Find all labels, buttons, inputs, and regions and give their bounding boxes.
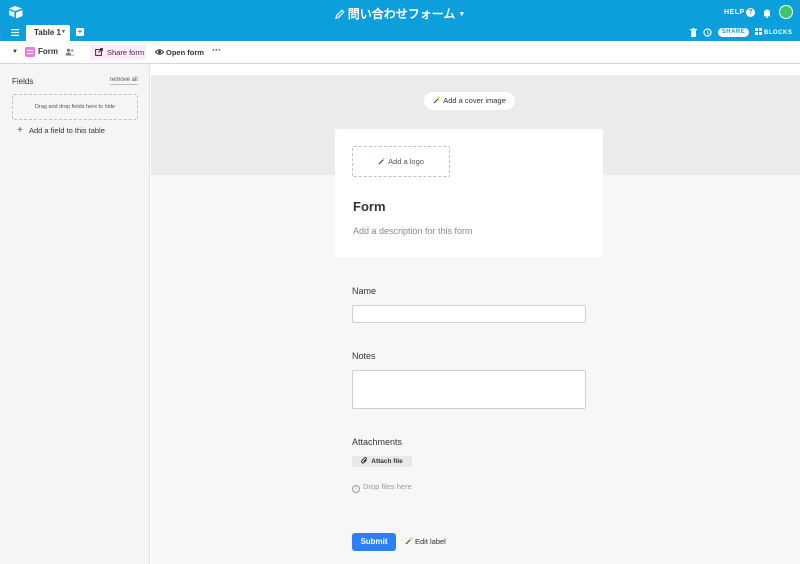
attachments-field-label[interactable]: Attachments — [352, 437, 402, 447]
drop-files-label: Drop files here — [363, 482, 412, 491]
eye-icon — [155, 49, 164, 55]
sparkle-icon — [405, 537, 413, 545]
share-form-button[interactable]: Share form — [90, 45, 146, 60]
history-icon[interactable] — [703, 28, 712, 37]
add-field-button[interactable]: + Add a field to this table — [17, 125, 105, 136]
hidden-fields-dropzone[interactable]: Drag and drop fields here to hide — [12, 94, 138, 120]
name-field-label[interactable]: Name — [352, 286, 376, 296]
fields-panel: Fields remove all Drag and drop fields h… — [0, 64, 150, 564]
notes-textarea[interactable] — [352, 370, 586, 409]
help-link[interactable]: HELP — [724, 9, 745, 16]
share-button[interactable]: SHARE — [718, 28, 749, 37]
bell-icon[interactable] — [762, 8, 772, 18]
notes-field-label[interactable]: Notes — [352, 351, 376, 361]
blocks-button[interactable]: BLOCKS — [755, 28, 792, 38]
open-form-label: Open form — [166, 48, 204, 57]
add-logo-label: Add a logo — [388, 157, 424, 166]
chevron-down-icon[interactable]: ▼ — [12, 49, 18, 55]
add-logo-button[interactable]: Add a logo — [352, 146, 450, 177]
base-title-text: 問い合わせフォーム — [347, 7, 456, 21]
menu-icon[interactable] — [11, 29, 19, 36]
edit-label-button[interactable]: Edit label — [405, 537, 446, 546]
form-title[interactable]: Form — [353, 199, 386, 214]
form-canvas: Add a cover image Add a logo Form Add a … — [151, 75, 800, 564]
trash-icon[interactable] — [690, 28, 697, 37]
share-form-label: Share form — [107, 48, 145, 57]
form-view-icon — [25, 47, 35, 57]
add-table-button[interactable]: + — [76, 28, 84, 36]
attach-file-button[interactable]: Attach file — [352, 456, 412, 467]
view-name[interactable]: Form — [38, 47, 58, 56]
plus-icon: + — [17, 125, 23, 136]
chevron-down-icon: ▼ — [458, 11, 466, 18]
pencil-icon — [334, 9, 345, 19]
tab-table-1[interactable]: Table 1 ▼ — [26, 25, 70, 41]
help-icon[interactable]: ? — [746, 8, 755, 17]
add-field-label: Add a field to this table — [29, 126, 105, 135]
paperclip-icon — [361, 457, 368, 464]
base-title[interactable]: 問い合わせフォーム ▼ — [0, 5, 800, 22]
edit-label-text: Edit label — [415, 537, 446, 546]
attach-file-label: Attach file — [371, 458, 403, 465]
blocks-label: BLOCKS — [764, 30, 793, 36]
drop-files-zone[interactable]: i Drop files here — [352, 482, 412, 493]
add-cover-image-button[interactable]: Add a cover image — [424, 92, 515, 110]
sparkle-icon — [433, 96, 441, 104]
form-header-card: Add a logo Form Add a description for th… — [335, 129, 603, 257]
name-input[interactable] — [352, 305, 586, 323]
view-bar: ▼ Form Share form Open form ··· — [0, 41, 800, 64]
remove-all-link[interactable]: remove all — [110, 77, 138, 85]
people-icon[interactable] — [65, 48, 75, 56]
avatar[interactable] — [779, 5, 793, 19]
info-icon: i — [352, 485, 360, 493]
submit-button[interactable]: Submit — [352, 533, 396, 551]
more-options-icon[interactable]: ··· — [212, 45, 221, 55]
fields-title: Fields — [12, 77, 34, 86]
blocks-icon — [755, 28, 762, 35]
external-link-icon — [95, 48, 103, 56]
open-form-button[interactable]: Open form — [155, 48, 204, 57]
top-bar: 問い合わせフォーム ▼ HELP ? Table 1 ▼ + SHARE BLOC… — [0, 0, 800, 41]
add-cover-image-label: Add a cover image — [443, 96, 506, 105]
chevron-down-icon[interactable]: ▼ — [61, 29, 66, 35]
tab-label: Table 1 — [34, 28, 61, 37]
sparkle-icon — [378, 157, 386, 165]
form-description-field[interactable]: Add a description for this form — [353, 226, 473, 236]
